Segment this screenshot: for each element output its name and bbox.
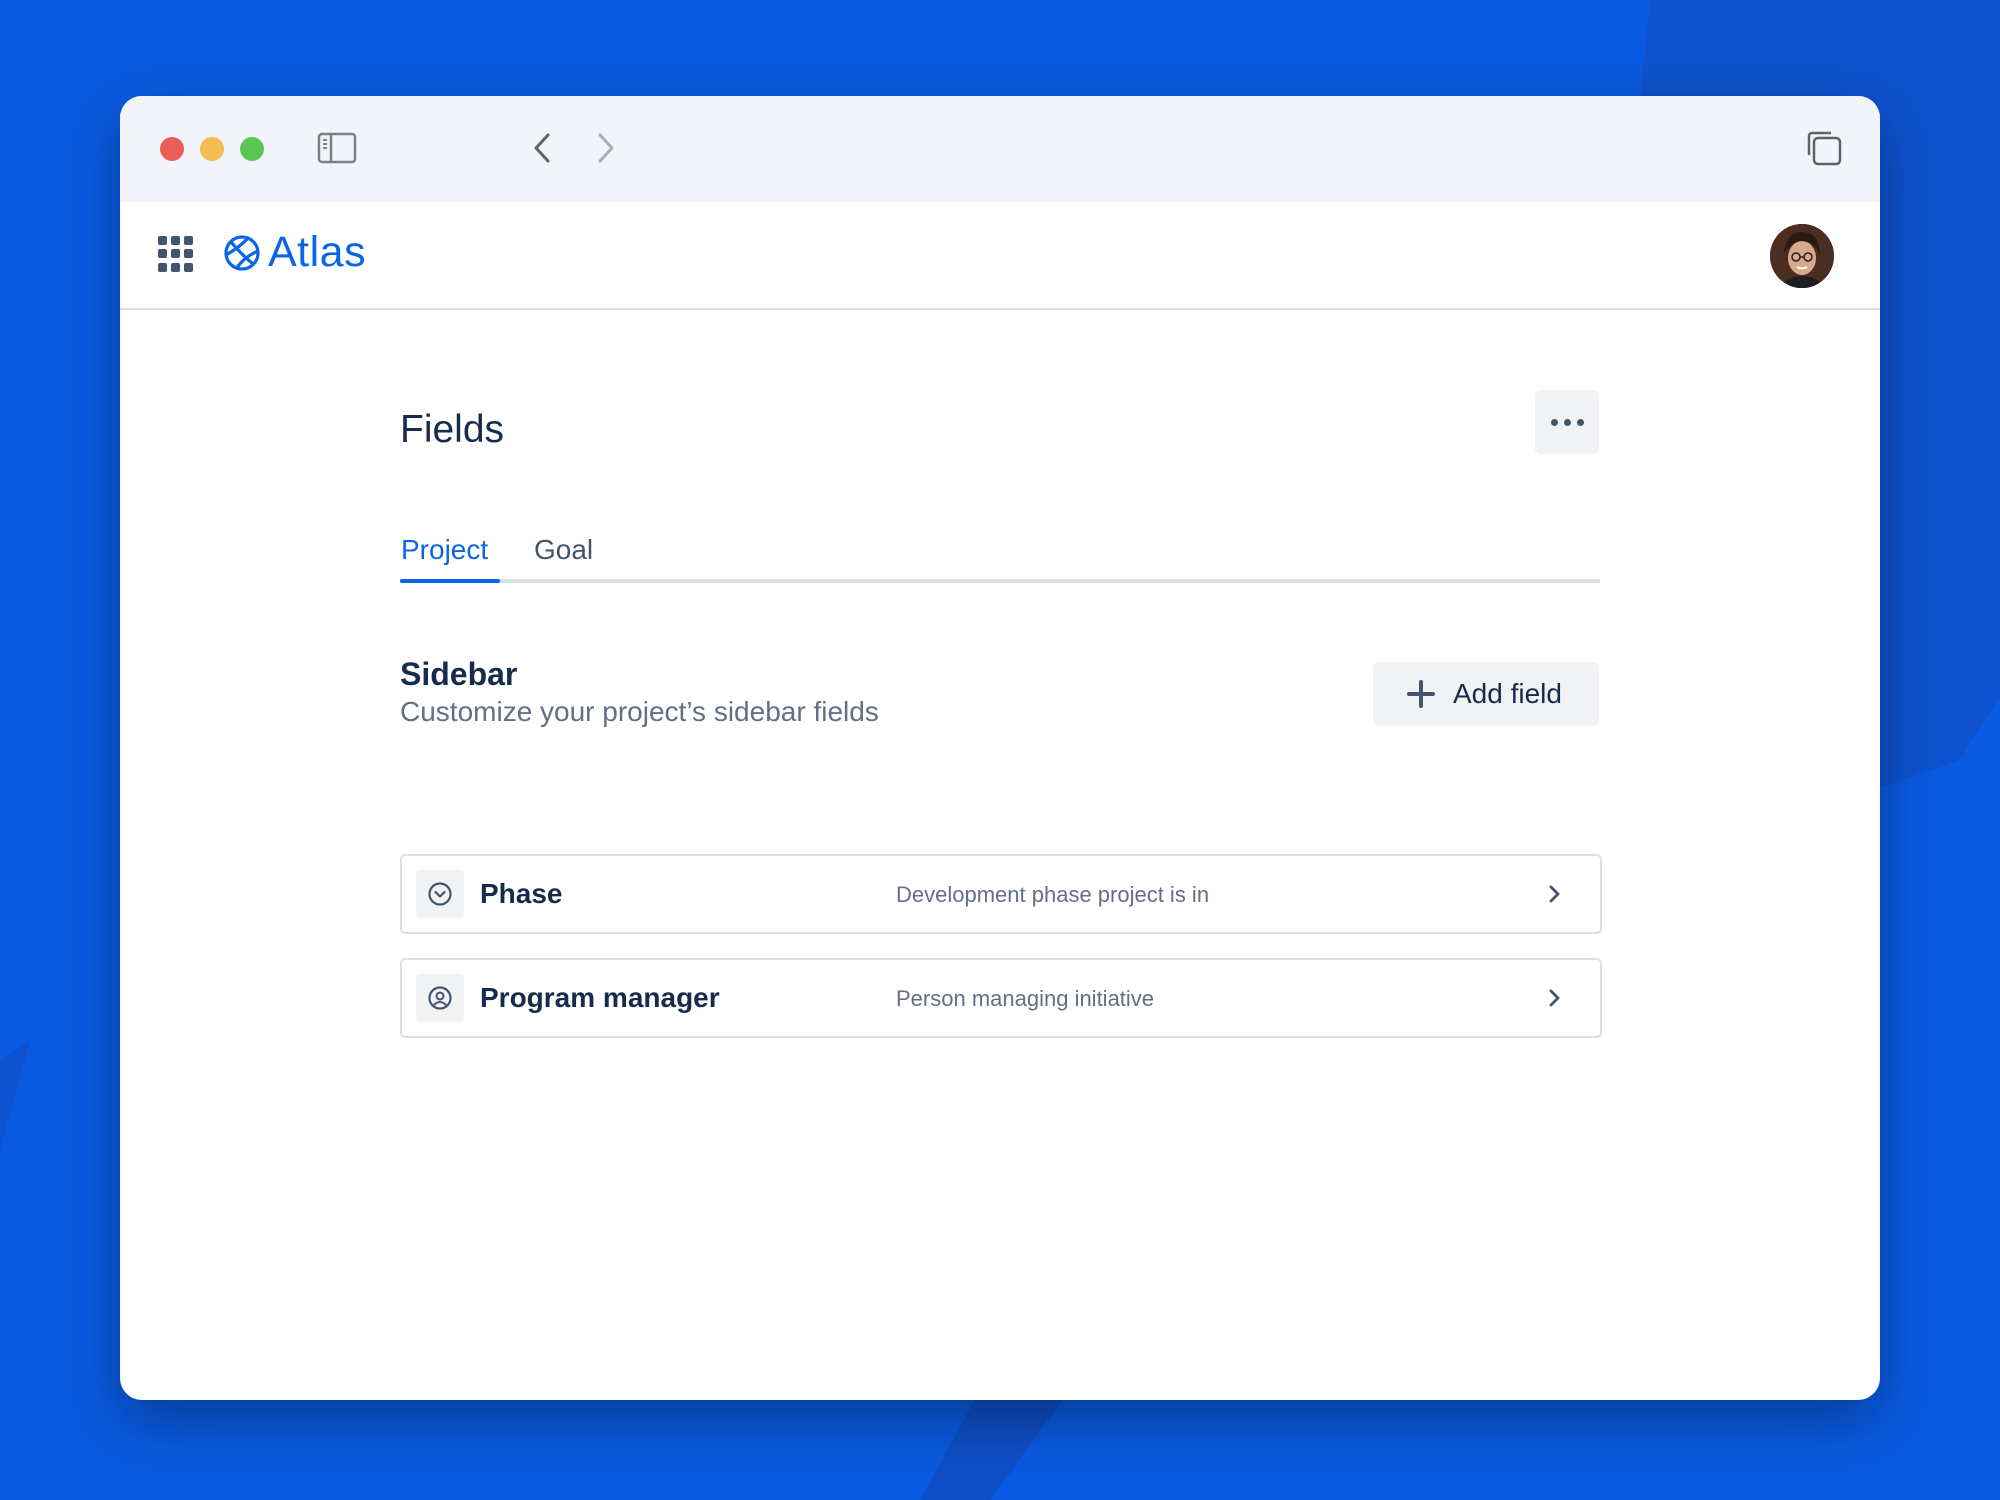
- section-subtitle: Customize your project’s sidebar fields: [400, 696, 879, 727]
- zoom-window-button[interactable]: [240, 137, 264, 161]
- background-shape: [0, 1040, 30, 1150]
- back-arrow-icon[interactable]: [520, 126, 564, 170]
- active-tab-indicator: [400, 579, 500, 583]
- field-description: Development phase project is in: [896, 882, 1210, 907]
- plus-icon: [1407, 680, 1435, 708]
- atlas-globe-icon: [224, 234, 260, 271]
- user-avatar[interactable]: [1770, 224, 1834, 288]
- tab-goal[interactable]: Goal: [534, 534, 593, 566]
- field-name: Phase: [480, 878, 563, 909]
- forward-arrow-icon[interactable]: [584, 126, 628, 170]
- close-window-button[interactable]: [160, 137, 184, 161]
- browser-window: Atlas Fields Project Goal Sidebar Custom…: [120, 96, 1880, 1400]
- chevron-right-icon: [1549, 989, 1560, 1007]
- minimize-window-button[interactable]: [200, 137, 224, 161]
- field-description: Person managing initiative: [896, 986, 1155, 1011]
- background-shape: [920, 1390, 1070, 1500]
- browser-titlebar: [120, 96, 1880, 202]
- app-header: Atlas: [120, 202, 1880, 310]
- app-switcher-grid-icon[interactable]: [158, 236, 194, 272]
- ellipsis-icon: [1550, 418, 1558, 426]
- add-field-label: Add field: [1453, 678, 1562, 709]
- tab-project[interactable]: Project: [401, 534, 488, 566]
- field-row-phase[interactable]: Phase Development phase project is in: [400, 854, 1602, 934]
- section-title: Sidebar: [400, 656, 518, 692]
- tabs-overview-icon[interactable]: [1802, 126, 1846, 170]
- add-field-button[interactable]: Add field: [1373, 662, 1599, 726]
- app-name: Atlas: [268, 228, 367, 276]
- tab-bar: Project Goal: [400, 534, 1600, 583]
- field-row-program-manager[interactable]: Program manager Person managing initiati…: [400, 958, 1602, 1038]
- chevron-right-icon: [1549, 885, 1560, 903]
- more-actions-button[interactable]: [1535, 390, 1599, 454]
- page-title: Fields: [400, 408, 505, 451]
- dropdown-circle-icon: [416, 870, 464, 918]
- sidebar-toggle-icon[interactable]: [315, 126, 359, 170]
- person-circle-icon: [416, 974, 464, 1022]
- field-name: Program manager: [480, 982, 720, 1013]
- atlas-logo[interactable]: Atlas: [222, 228, 366, 277]
